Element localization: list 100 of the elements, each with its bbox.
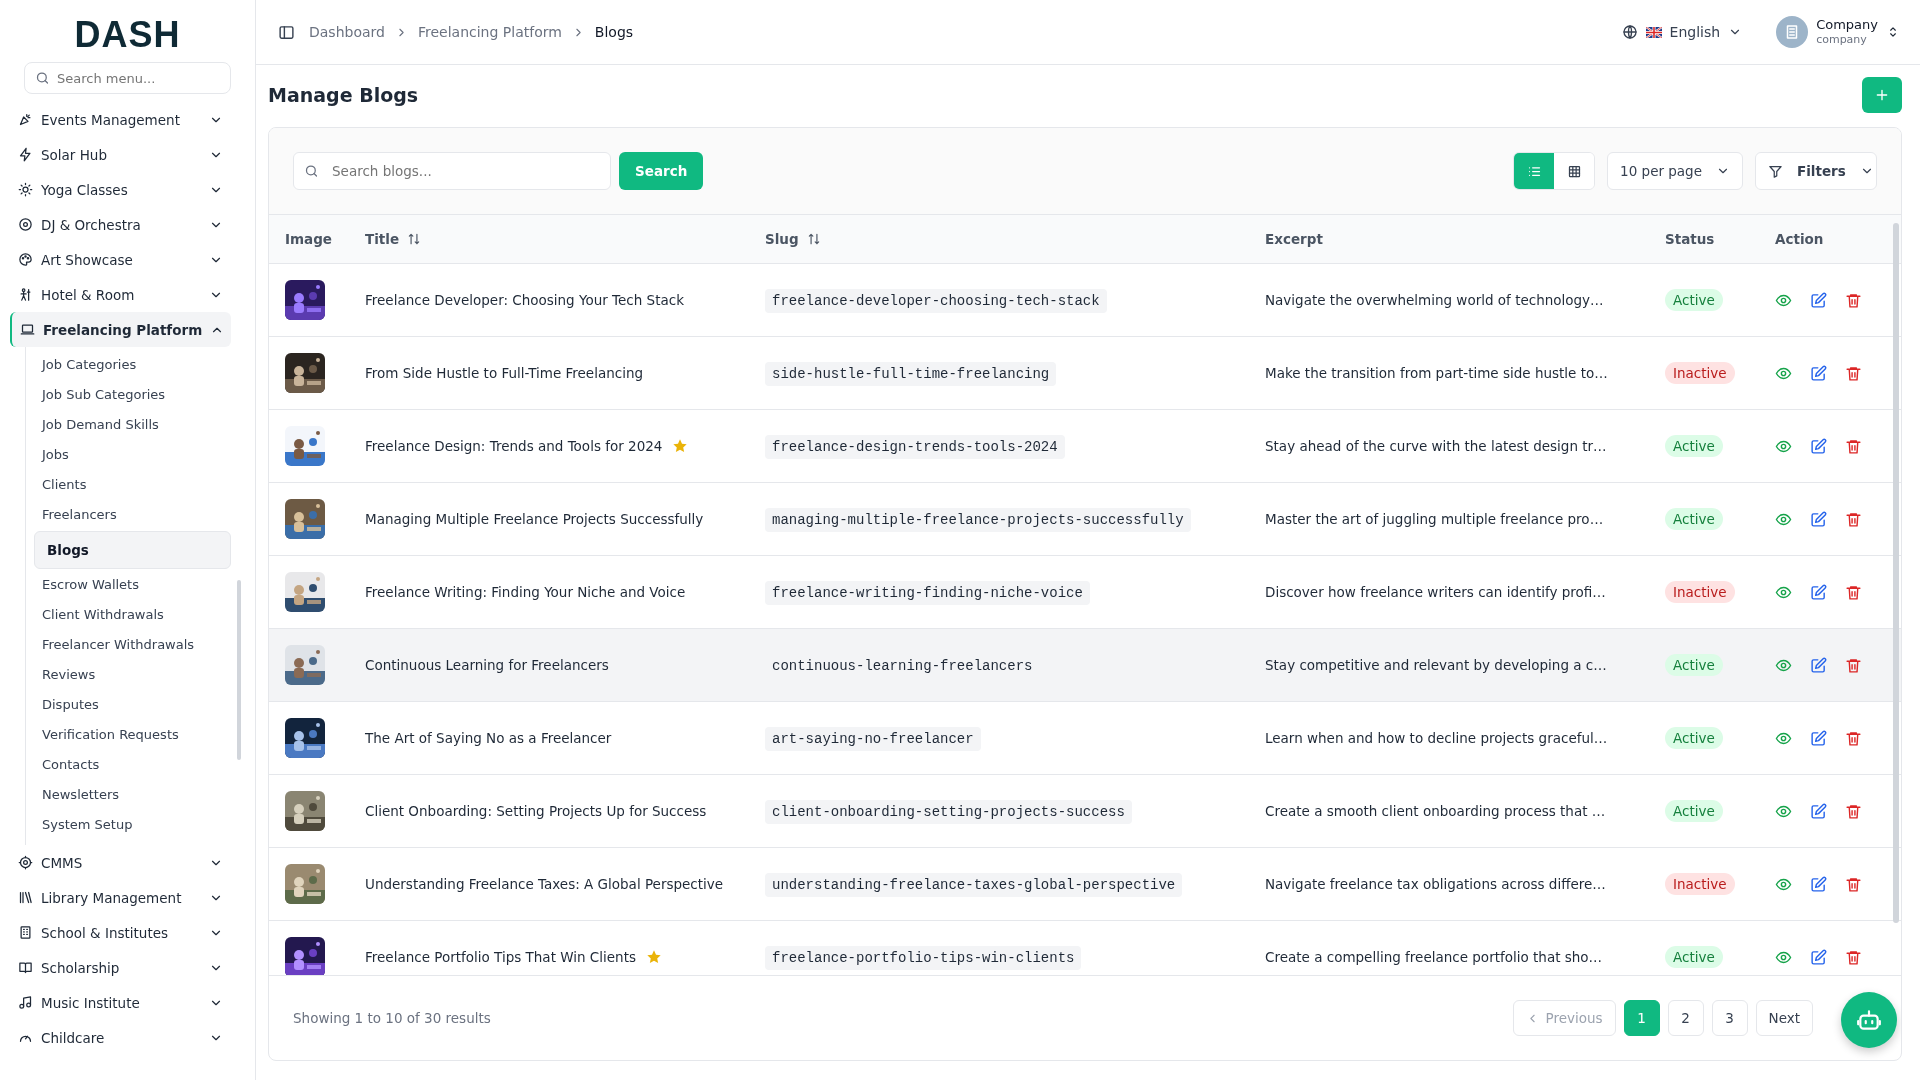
search-field[interactable]: Search blogs... <box>293 152 611 190</box>
sidebar-item[interactable]: Childcare <box>10 1020 231 1055</box>
sidebar-subitem[interactable]: Jobs <box>34 441 231 469</box>
sidebar-item[interactable]: Library Management <box>10 880 231 915</box>
star-icon <box>672 438 689 454</box>
next-button[interactable]: Next <box>1755 1000 1813 1036</box>
sidebar-item[interactable]: DJ & Orchestra <box>10 207 231 242</box>
status-badge: Active <box>1665 800 1723 822</box>
language-selector[interactable]: English <box>1669 24 1721 40</box>
grid-view-button[interactable] <box>1554 153 1595 189</box>
pencil-square-icon <box>1810 291 1827 309</box>
edit-button[interactable] <box>1810 729 1827 747</box>
sidebar-subitem[interactable]: Reviews <box>34 661 231 689</box>
sidebar-subitem[interactable]: Blogs <box>34 531 231 569</box>
column-header: Image <box>285 231 333 247</box>
sidebar-subitem[interactable]: System Setup <box>34 811 231 839</box>
edit-button[interactable] <box>1810 583 1827 601</box>
breadcrumb-link[interactable]: Blogs <box>594 24 634 40</box>
sidebar-item[interactable]: Solar Hub <box>10 137 231 172</box>
plus-icon <box>1874 87 1890 103</box>
breadcrumb-link[interactable]: Freelancing Platform <box>417 24 562 40</box>
sidebar-toggle-icon[interactable] <box>278 23 295 41</box>
chatbot-button[interactable] <box>1841 992 1897 1048</box>
status-badge: Active <box>1665 289 1723 311</box>
sidebar-item[interactable]: Art Showcase <box>10 242 231 277</box>
palette-icon <box>18 252 33 267</box>
edit-button[interactable] <box>1810 510 1827 528</box>
laptop-icon <box>20 322 35 337</box>
bolt-icon <box>18 147 33 162</box>
edit-button[interactable] <box>1810 437 1827 455</box>
breadcrumb-link[interactable]: Dashboard <box>309 24 385 40</box>
sidebar-subitem[interactable]: Escrow Wallets <box>34 571 231 599</box>
book-icon <box>18 960 33 975</box>
music-icon <box>18 995 33 1010</box>
trash-icon <box>1845 875 1862 893</box>
blog-title: The Art of Saying No as a Freelancer <box>365 730 612 746</box>
sidebar-item[interactable]: Hotel & Room <box>10 277 231 312</box>
trash-icon <box>1845 510 1862 528</box>
slug-text: continuous-learning-freelancers <box>765 653 1040 678</box>
delete-button[interactable] <box>1845 583 1862 601</box>
edit-button[interactable] <box>1810 291 1827 309</box>
funnel-icon <box>1768 163 1783 179</box>
excerpt-text: Make the transition from part-time side hustle to… <box>1265 365 1608 381</box>
sidebar-subitem[interactable]: Job Categories <box>34 351 231 379</box>
delete-button[interactable] <box>1845 656 1862 674</box>
trash-icon <box>1845 291 1862 309</box>
disc-icon <box>18 217 33 232</box>
sidebar-subitem[interactable]: Freelancer Withdrawals <box>34 631 231 659</box>
blog-title: Freelance Design: Trends and Tools for 2024 <box>365 438 663 454</box>
sidebar-subitem[interactable]: Job Sub Categories <box>34 381 231 409</box>
page-button[interactable]: 2 <box>1667 1000 1704 1036</box>
delete-button[interactable] <box>1845 875 1862 893</box>
figure-icon <box>18 287 33 302</box>
scrollbar[interactable] <box>237 580 241 760</box>
sidebar-item[interactable]: School & Institutes <box>10 915 231 950</box>
sidebar-subitem[interactable]: Contacts <box>34 751 231 779</box>
status-badge: Active <box>1665 654 1723 676</box>
sidebar-subitem[interactable]: Verification Requests <box>34 721 231 749</box>
sidebar-subitem[interactable]: Newsletters <box>34 781 231 809</box>
sidebar-item[interactable]: Scholarship <box>10 950 231 985</box>
column-header[interactable]: Title <box>365 231 422 247</box>
filters-button[interactable]: Filters <box>1755 152 1877 190</box>
edit-button[interactable] <box>1810 656 1827 674</box>
sidebar-item[interactable]: Freelancing Platform <box>10 312 231 347</box>
per-page-select[interactable]: 10 per page <box>1607 152 1743 190</box>
column-header[interactable]: Slug <box>765 231 821 247</box>
delete-button[interactable] <box>1845 364 1862 382</box>
edit-button[interactable] <box>1810 364 1827 382</box>
sort-icon <box>407 232 422 246</box>
edit-button[interactable] <box>1810 802 1827 820</box>
pencil-square-icon <box>1810 583 1827 601</box>
sidebar-item[interactable]: Yoga Classes <box>10 172 231 207</box>
sidebar-subitem[interactable]: Clients <box>34 471 231 499</box>
sidebar-item[interactable]: Music Institute <box>10 985 231 1020</box>
sidebar-item[interactable]: CMMS <box>10 845 231 880</box>
sidebar-item[interactable]: Events Management <box>10 102 231 137</box>
sidebar-subitem[interactable]: Freelancers <box>34 501 231 529</box>
delete-button[interactable] <box>1845 802 1862 820</box>
delete-button[interactable] <box>1845 437 1862 455</box>
grid-icon <box>1566 163 1582 179</box>
search-field[interactable]: Search menu... <box>24 62 231 94</box>
results-summary: Showing 1 to 10 of 30 results <box>293 1010 492 1026</box>
page-button[interactable]: 3 <box>1711 1000 1748 1036</box>
delete-button[interactable] <box>1845 948 1862 966</box>
excerpt-text: Stay competitive and relevant by developing a c… <box>1265 657 1607 673</box>
trash-icon <box>1845 364 1862 382</box>
sidebar-subitem[interactable]: Disputes <box>34 691 231 719</box>
slug-text: client-onboarding-setting-projects-success <box>765 799 1132 824</box>
sidebar-subitem[interactable]: Client Withdrawals <box>34 601 231 629</box>
sidebar-subitem[interactable]: Job Demand Skills <box>34 411 231 439</box>
excerpt-text: Navigate the overwhelming world of technology… <box>1265 292 1604 308</box>
delete-button[interactable] <box>1845 729 1862 747</box>
delete-button[interactable] <box>1845 510 1862 528</box>
edit-button[interactable] <box>1810 948 1827 966</box>
blog-title: Freelance Writing: Finding Your Niche and Voice <box>365 584 686 600</box>
scrollbar[interactable] <box>1893 223 1899 923</box>
blog-title: From Side Hustle to Full-Time Freelancing <box>365 365 644 381</box>
edit-button[interactable] <box>1810 875 1827 893</box>
delete-button[interactable] <box>1845 291 1862 309</box>
excerpt-text: Create a smooth client onboarding process that … <box>1265 803 1606 819</box>
